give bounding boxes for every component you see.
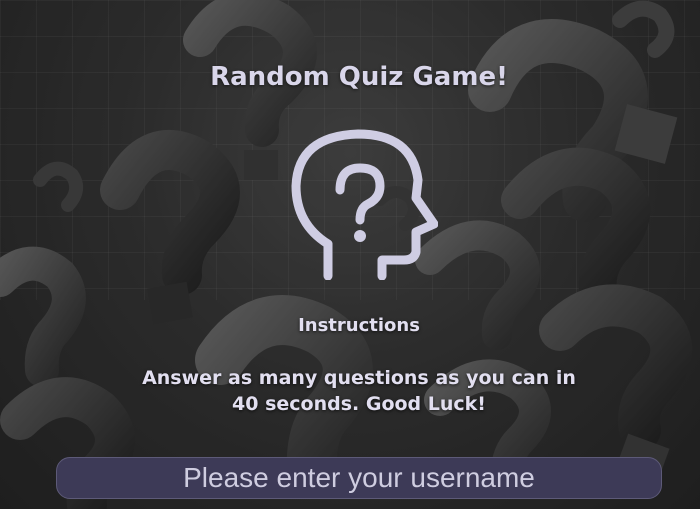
instructions-text: Answer as many questions as you can in 4…: [142, 367, 576, 415]
head-question-icon: [291, 129, 438, 280]
username-input[interactable]: [56, 457, 662, 499]
page-title: Random Quiz Game!: [210, 62, 508, 92]
instructions-heading: Instructions: [298, 315, 420, 336]
quiz-start-screen: Random Quiz Game! Instructions Answer as…: [0, 0, 700, 509]
